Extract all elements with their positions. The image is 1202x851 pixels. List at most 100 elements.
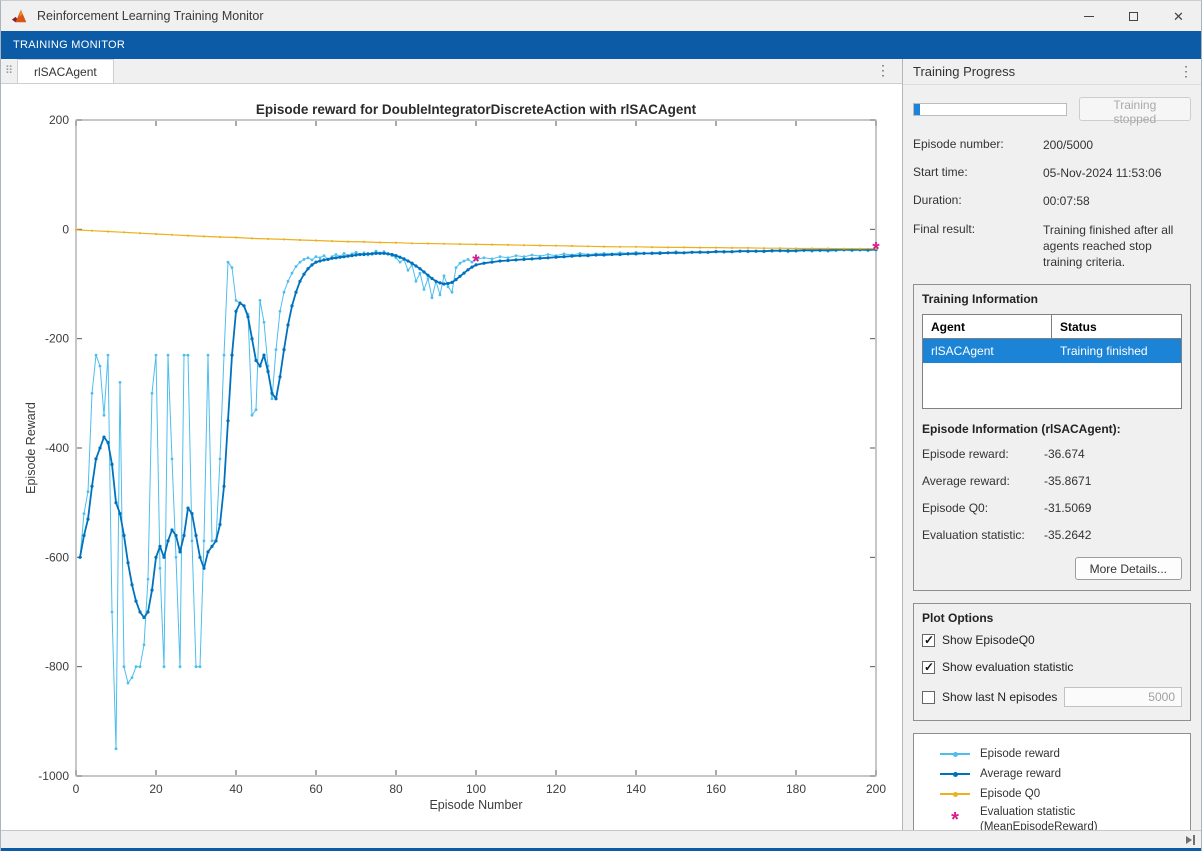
- svg-text:40: 40: [229, 782, 243, 796]
- checkbox-show-episodeq0[interactable]: Show EpisodeQ0: [922, 633, 1182, 647]
- document-tabstrip: ⠿ rlSACAgent ⋮: [1, 59, 902, 84]
- tabstrip-menu-icon[interactable]: ⋮: [876, 62, 890, 79]
- episode-info-row: Episode reward: -36.674: [922, 447, 1182, 461]
- checkbox-icon[interactable]: [922, 634, 935, 647]
- checkbox-icon[interactable]: [922, 691, 935, 704]
- checkbox-show-last-n-episodes[interactable]: Show last N episodes: [922, 687, 1182, 707]
- panel-body: Training stopped Episode number: 200/500…: [903, 85, 1201, 830]
- svg-text:*: *: [472, 252, 480, 273]
- plot-options-group: Plot Options Show EpisodeQ0 Show evaluat…: [913, 603, 1191, 721]
- svg-text:140: 140: [626, 782, 646, 796]
- app-window: Reinforcement Learning Training Monitor …: [0, 0, 1202, 851]
- info-row: Final result: Training finished after al…: [913, 222, 1191, 271]
- agent-table-header: Agent Status: [923, 315, 1181, 339]
- chart-panel: ⠿ rlSACAgent ⋮ -1000 -800 -600 -400 -200 0 200…: [1, 59, 902, 830]
- legend-label: Episode Q0: [980, 787, 1040, 802]
- more-details-row: More Details...: [914, 555, 1190, 590]
- drag-handle-icon: ⠿: [5, 64, 13, 77]
- tab-rlsacagent[interactable]: rlSACAgent: [17, 59, 114, 83]
- episode-info-label: Episode Q0:: [922, 501, 1044, 515]
- minimize-icon: [1084, 16, 1094, 17]
- chart-legend: Episode reward Average reward Episode Q0…: [913, 733, 1191, 830]
- svg-text:-1000: -1000: [38, 769, 69, 783]
- episode-info-label: Episode reward:: [922, 447, 1044, 461]
- reward-chart: -1000-800-600-400-2000200020406080100120…: [1, 84, 902, 830]
- checkbox-label: Show last N episodes: [942, 690, 1057, 704]
- maximize-icon: [1129, 12, 1138, 21]
- chart-area: -1000-800-600-400-2000200020406080100120…: [1, 84, 902, 830]
- training-stop-button[interactable]: Training stopped: [1079, 97, 1191, 121]
- last-n-episodes-input[interactable]: [1064, 687, 1182, 707]
- matlab-logo-icon: [11, 8, 29, 24]
- episode-info-label: Evaluation statistic:: [922, 528, 1044, 542]
- y-axis-label: Episode Reward: [24, 402, 38, 494]
- table-row[interactable]: rlSACAgent Training finished: [923, 339, 1181, 363]
- legend-item-average-reward: Average reward: [938, 765, 1166, 783]
- svg-text:60: 60: [309, 782, 323, 796]
- episode-info-row: Episode Q0: -31.5069: [922, 501, 1182, 515]
- panel-menu-icon[interactable]: ⋮: [1179, 63, 1193, 80]
- close-button[interactable]: ✕: [1156, 1, 1201, 31]
- checkbox-label: Show EpisodeQ0: [942, 633, 1035, 647]
- checkbox-label: Show evaluation statistic: [942, 660, 1073, 674]
- episode-info-value: -35.8671: [1044, 474, 1091, 488]
- expand-panel-icon[interactable]: [1186, 835, 1195, 845]
- progress-row: Training stopped: [913, 97, 1191, 121]
- tab-training-monitor[interactable]: TRAINING MONITOR: [1, 39, 137, 51]
- episode-info-value: -35.2642: [1044, 528, 1091, 542]
- info-label: Episode number:: [913, 137, 1043, 153]
- column-header-agent: Agent: [923, 315, 1052, 338]
- group-title: Training Information: [914, 285, 1190, 314]
- panel-title: Training Progress: [913, 64, 1015, 79]
- x-axis-label: Episode Number: [76, 798, 876, 812]
- legend-label: Average reward: [980, 767, 1061, 782]
- info-value: 200/5000: [1043, 137, 1191, 153]
- maximize-button[interactable]: [1111, 1, 1156, 31]
- legend-line-episode-q0-icon: [938, 793, 972, 795]
- svg-text:100: 100: [466, 782, 486, 796]
- legend-item-episode-reward: Episode reward: [938, 745, 1166, 763]
- svg-text:160: 160: [706, 782, 726, 796]
- svg-text:-600: -600: [45, 550, 69, 564]
- info-value: 00:07:58: [1043, 193, 1191, 209]
- info-label: Final result:: [913, 222, 1043, 271]
- checkbox-show-evaluation-statistic[interactable]: Show evaluation statistic: [922, 660, 1182, 674]
- svg-text:0: 0: [62, 222, 69, 236]
- close-icon: ✕: [1173, 10, 1184, 23]
- episode-info-value: -36.674: [1044, 447, 1085, 461]
- panel-header: Training Progress ⋮: [903, 59, 1201, 85]
- main-area: ⠿ rlSACAgent ⋮ -1000 -800 -600 -400 -200 0 200…: [1, 59, 1201, 830]
- info-value: 05-Nov-2024 11:53:06: [1043, 165, 1191, 181]
- group-title: Plot Options: [914, 604, 1190, 633]
- checkbox-icon[interactable]: [922, 661, 935, 674]
- legend-label: Evaluation statistic (MeanEpisodeReward): [980, 805, 1098, 830]
- column-header-status: Status: [1052, 320, 1181, 334]
- agent-table: Agent Status rlSACAgent Training finishe…: [922, 314, 1182, 409]
- info-row: Episode number: 200/5000: [913, 137, 1191, 153]
- svg-text:-800: -800: [45, 660, 69, 674]
- svg-text:80: 80: [389, 782, 403, 796]
- progress-fill: [914, 104, 920, 115]
- window-title: Reinforcement Learning Training Monitor: [37, 9, 264, 23]
- minimize-button[interactable]: [1066, 1, 1111, 31]
- agent-cell: rlSACAgent: [923, 344, 1052, 358]
- episode-info-value: -31.5069: [1044, 501, 1091, 515]
- legend-inner: Episode reward Average reward Episode Q0…: [938, 745, 1166, 830]
- legend-label: Episode reward: [980, 747, 1060, 762]
- info-label: Start time:: [913, 165, 1043, 181]
- training-progressbar: [913, 103, 1067, 116]
- legend-item-evaluation-statistic: * Evaluation statistic (MeanEpisodeRewar…: [938, 805, 1166, 830]
- episode-info-label: Average reward:: [922, 474, 1044, 488]
- svg-text:200: 200: [49, 113, 69, 127]
- svg-text:-400: -400: [45, 441, 69, 455]
- info-row: Start time: 05-Nov-2024 11:53:06: [913, 165, 1191, 181]
- svg-text:*: *: [872, 240, 880, 261]
- svg-text:-200: -200: [45, 332, 69, 346]
- legend-asterisk-icon: *: [938, 814, 972, 826]
- legend-line-episode-reward-icon: [938, 753, 972, 755]
- svg-text:180: 180: [786, 782, 806, 796]
- more-details-button[interactable]: More Details...: [1075, 557, 1182, 580]
- episode-info-row: Evaluation statistic: -35.2642: [922, 528, 1182, 542]
- statusbar: [1, 830, 1201, 849]
- info-value: Training finished after all agents reach…: [1043, 222, 1191, 271]
